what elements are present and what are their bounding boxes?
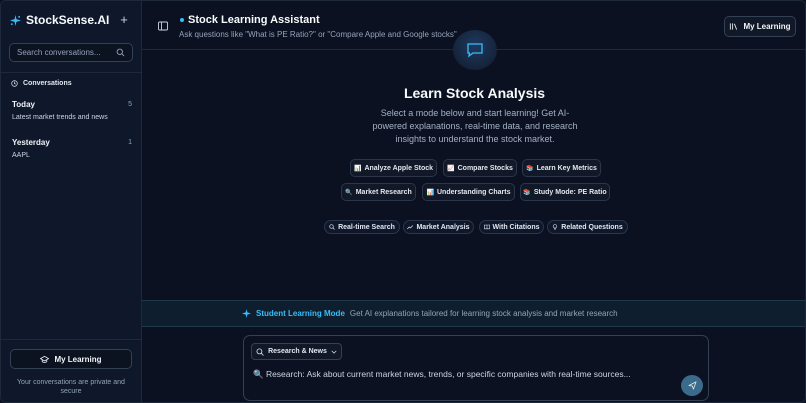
pill-label: Real-time Search: [338, 223, 395, 231]
hero-chat-icon: [453, 30, 497, 70]
feature-market-analysis[interactable]: Market Analysis: [403, 220, 474, 234]
send-button[interactable]: [681, 375, 703, 396]
quick-action-learn-metrics[interactable]: 📚 Learn Key Metrics: [522, 159, 601, 177]
my-learning-button-header[interactable]: My Learning: [724, 16, 796, 37]
plus-icon: +: [120, 12, 128, 27]
hero-description: Select a mode below and start learning! …: [372, 108, 578, 144]
chip-label: Learn Key Metrics: [536, 164, 597, 172]
divider: [1, 339, 142, 340]
books-emoji-icon: 📚: [523, 189, 531, 196]
divider: [1, 72, 142, 73]
feature-related-questions[interactable]: Related Questions: [547, 220, 628, 234]
book-icon: [483, 224, 490, 230]
books-emoji-icon: 📚: [526, 165, 534, 172]
brand[interactable]: StockSense.AI: [10, 13, 109, 27]
conversation-item[interactable]: Latest market trends and news: [12, 114, 132, 121]
chip-label: Understanding Charts: [436, 188, 511, 196]
conversation-group-yesterday: Yesterday 1 AAPL: [12, 138, 132, 159]
chevron-down-icon: [331, 350, 337, 354]
banner-text: Get AI explanations tailored for learnin…: [349, 309, 618, 318]
hero-title: Learn Stock Analysis: [403, 85, 546, 101]
sidebar: StockSense.AI + Conversations Today 5: [1, 1, 142, 402]
app-window: StockSense.AI + Conversations Today 5: [0, 0, 806, 403]
conversation-item[interactable]: AAPL: [12, 152, 132, 159]
message-composer: Research & News: [243, 335, 709, 401]
conversations-header: Conversations: [11, 80, 72, 87]
brand-name: StockSense.AI: [26, 13, 110, 27]
group-title: Yesterday: [12, 138, 50, 147]
feature-realtime-search[interactable]: Real-time Search: [324, 220, 400, 234]
feature-with-citations[interactable]: With Citations: [479, 220, 544, 234]
mode-select-value: Research & News: [268, 348, 327, 355]
privacy-note: Your conversations are private and secur…: [17, 379, 125, 395]
chip-label: Market Research: [355, 188, 412, 196]
my-learning-button-sidebar[interactable]: My Learning: [10, 349, 132, 369]
banner-label: Student Learning Mode: [256, 309, 345, 318]
search-input[interactable]: [17, 48, 116, 57]
group-count: 5: [128, 101, 132, 108]
send-icon: [687, 381, 697, 390]
quick-action-understanding-charts[interactable]: 📊 Understanding Charts: [422, 183, 515, 201]
quick-action-market-research[interactable]: 🔍 Market Research: [341, 183, 416, 201]
sparkle-icon: [242, 309, 251, 318]
quick-action-study-pe-ratio[interactable]: 📚 Study Mode: PE Ratio: [520, 183, 610, 201]
status-dot: [180, 18, 184, 22]
my-learning-label: My Learning: [743, 22, 791, 31]
chart-emoji-icon: 📊: [353, 165, 362, 172]
magnifier-emoji-icon: 🔍: [345, 189, 353, 196]
quick-action-analyze-apple[interactable]: 📊 Analyze Apple Stock: [350, 159, 437, 177]
chat-bubble-icon: [467, 43, 483, 58]
chip-label: Analyze Apple Stock: [364, 164, 434, 172]
lightbulb-icon: [553, 224, 558, 230]
pill-label: With Citations: [492, 223, 540, 231]
pill-label: Market Analysis: [416, 223, 470, 231]
search-icon[interactable]: [116, 48, 125, 57]
group-title: Today: [12, 100, 35, 109]
conversation-group-today: Today 5 Latest market trends and news: [12, 100, 132, 121]
mode-select[interactable]: Research & News: [251, 343, 342, 360]
chip-label: Study Mode: PE Ratio: [533, 188, 607, 196]
library-icon: [730, 23, 738, 30]
graduation-cap-icon: [40, 355, 50, 363]
history-icon: [11, 80, 18, 87]
learning-mode-banner: Student Learning Mode Get AI explanation…: [142, 300, 805, 327]
my-learning-label: My Learning: [54, 354, 102, 364]
trend-icon: [407, 225, 414, 230]
new-chat-button[interactable]: +: [118, 12, 130, 27]
message-input[interactable]: [253, 368, 673, 380]
chart-emoji-icon: 📊: [426, 189, 434, 196]
page-title: Stock Learning Assistant: [188, 14, 320, 26]
sparkle-logo-icon: [10, 14, 21, 26]
trend-emoji-icon: 📈: [447, 165, 455, 172]
chip-label: Compare Stocks: [457, 164, 513, 172]
quick-action-compare-stocks[interactable]: 📈 Compare Stocks: [443, 159, 517, 177]
group-count: 1: [128, 139, 132, 146]
pill-label: Related Questions: [561, 223, 623, 231]
conversations-label: Conversations: [23, 80, 72, 87]
conversation-search[interactable]: [9, 43, 133, 62]
search-icon: [329, 224, 335, 230]
search-icon: [256, 348, 264, 356]
sidebar-toggle-icon[interactable]: [158, 21, 168, 31]
page-subtitle: Ask questions like "What is PE Ratio?" o…: [179, 30, 457, 39]
